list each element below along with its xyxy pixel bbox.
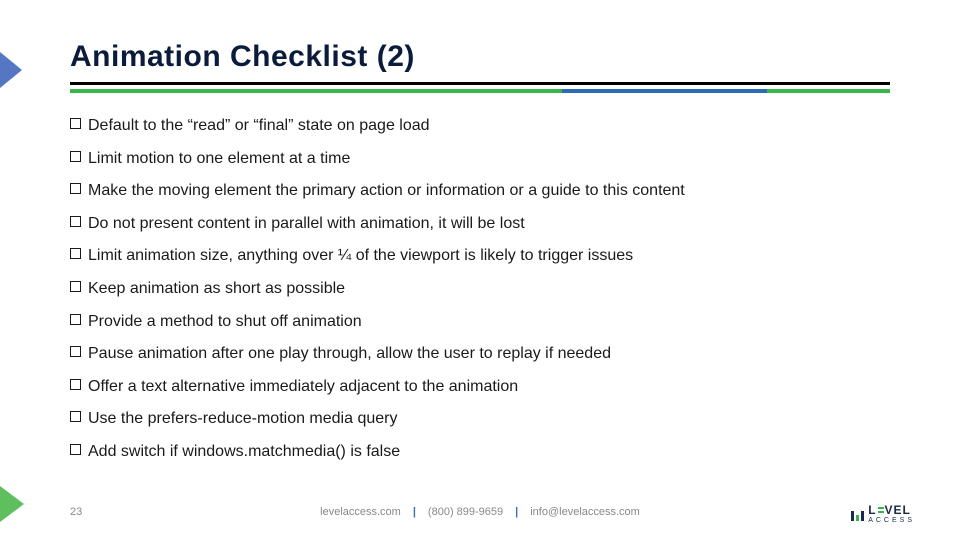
logo-bars-icon [851, 507, 864, 521]
logo-sub: ACCESS [868, 517, 915, 524]
checklist-item: Offer a text alternative immediately adj… [70, 376, 890, 398]
footer: 23 levelaccess.com | (800) 899-9659 | in… [70, 506, 890, 518]
checklist-text: Make the moving element the primary acti… [88, 182, 685, 199]
checklist-text: Limit animation size, anything over ¼ of… [88, 247, 633, 264]
decor-triangle-bottom [0, 486, 24, 522]
checkbox-icon [70, 379, 81, 390]
logo-letter: L [868, 504, 876, 516]
footer-center: levelaccess.com | (800) 899-9659 | info@… [70, 506, 890, 518]
checklist-item: Add switch if windows.matchmedia() is fa… [70, 441, 890, 463]
title-underline [70, 82, 890, 85]
logo-main: L VEL [868, 504, 915, 516]
checklist-text: Offer a text alternative immediately adj… [88, 378, 518, 395]
checkbox-icon [70, 151, 81, 162]
checklist-item: Provide a method to shut off animation [70, 311, 890, 333]
checklist-item: Make the moving element the primary acti… [70, 180, 890, 202]
checklist-item: Pause animation after one play through, … [70, 343, 890, 365]
checklist-text: Provide a method to shut off animation [88, 313, 362, 330]
checklist-text: Use the prefers-reduce-motion media quer… [88, 410, 397, 427]
checklist-item: Do not present content in parallel with … [70, 213, 890, 235]
checklist-text: Default to the “read” or “final” state o… [88, 117, 430, 134]
checklist-text: Pause animation after one play through, … [88, 345, 611, 362]
checklist-item: Limit motion to one element at a time [70, 148, 890, 170]
checkbox-icon [70, 281, 81, 292]
checkbox-icon [70, 183, 81, 194]
slide: Animation Checklist (2) Default to the “… [0, 0, 960, 540]
checklist: Default to the “read” or “final” state o… [70, 115, 890, 463]
slide-title: Animation Checklist (2) [70, 40, 890, 74]
checkbox-icon [70, 314, 81, 325]
checklist-text: Add switch if windows.matchmedia() is fa… [88, 443, 400, 460]
checkbox-icon [70, 216, 81, 227]
checkbox-icon [70, 248, 81, 259]
accent-underline [70, 89, 890, 93]
footer-email: info@levelaccess.com [530, 506, 640, 518]
logo-equals-icon [878, 507, 884, 513]
checkbox-icon [70, 346, 81, 357]
logo-letters: VEL [885, 504, 911, 516]
checklist-item: Limit animation size, anything over ¼ of… [70, 245, 890, 267]
checkbox-icon [70, 118, 81, 129]
logo-text: L VEL ACCESS [868, 504, 915, 524]
footer-site: levelaccess.com [320, 506, 401, 518]
pipe-icon: | [515, 506, 518, 518]
checklist-item: Keep animation as short as possible [70, 278, 890, 300]
checkbox-icon [70, 444, 81, 455]
checklist-text: Do not present content in parallel with … [88, 215, 525, 232]
checkbox-icon [70, 411, 81, 422]
checklist-item: Use the prefers-reduce-motion media quer… [70, 408, 890, 430]
checklist-text: Keep animation as short as possible [88, 280, 345, 297]
footer-phone: (800) 899-9659 [428, 506, 503, 518]
brand-logo: L VEL ACCESS [851, 504, 915, 524]
decor-triangle-left [0, 52, 22, 88]
pipe-icon: | [413, 506, 416, 518]
checklist-item: Default to the “read” or “final” state o… [70, 115, 890, 137]
checklist-text: Limit motion to one element at a time [88, 150, 350, 167]
